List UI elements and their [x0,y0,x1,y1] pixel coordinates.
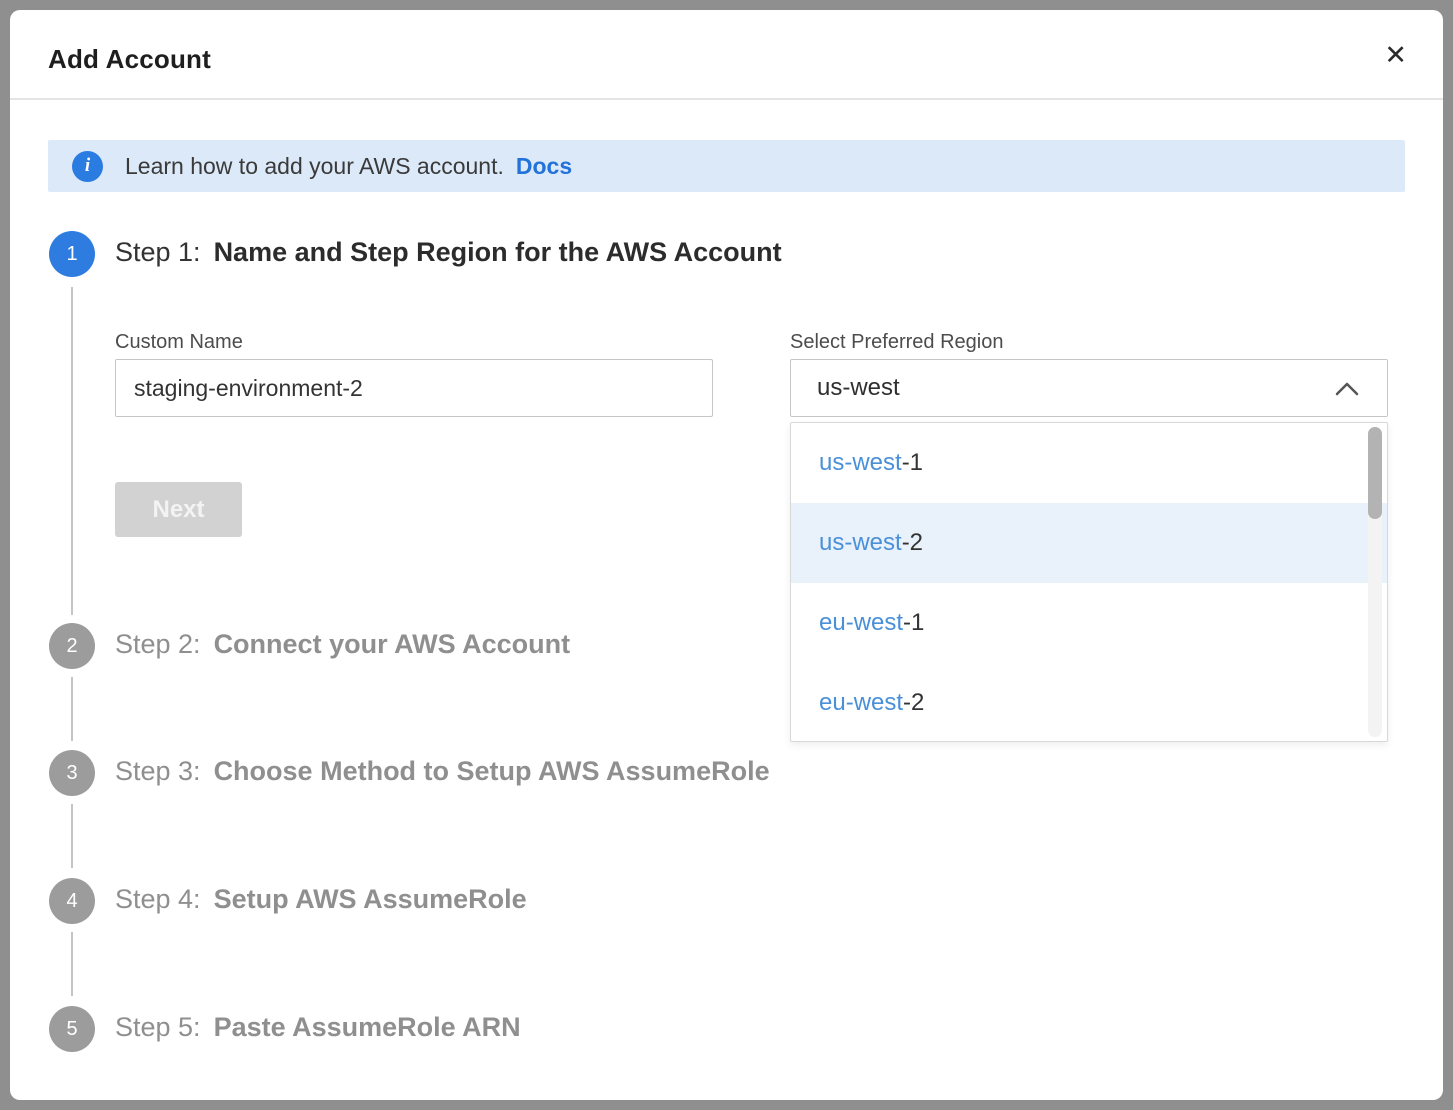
custom-name-label: Custom Name [115,331,243,354]
step-5-title: Step 5: Paste AssumeRole ARN [115,1012,521,1043]
close-icon[interactable]: ✕ [1384,42,1407,69]
scrollbar-thumb[interactable] [1368,427,1382,519]
option-match-text: us-west [819,449,902,477]
step-4-circle: 4 [49,878,95,924]
region-select[interactable]: us-west [790,359,1388,417]
option-rest-text: -1 [902,449,923,477]
region-option-eu-west-2[interactable]: eu-west-2 [791,663,1387,742]
step-1-circle: 1 [49,231,95,277]
next-button[interactable]: Next [115,482,242,537]
region-option-eu-west-1[interactable]: eu-west-1 [791,583,1387,663]
option-match-text: us-west [819,529,902,557]
step-2-circle: 2 [49,623,95,669]
step-1-prefix: Step 1: [115,237,201,267]
step-connector [71,804,73,868]
step-4-prefix: Step 4: [115,884,201,914]
option-rest-text: -2 [902,529,923,557]
step-1-heading: Name and Step Region for the AWS Account [214,237,782,267]
region-option-us-west-2[interactable]: us-west-2 [791,503,1387,583]
step-2-heading: Connect your AWS Account [214,629,571,659]
step-3-circle: 3 [49,750,95,796]
step-3-prefix: Step 3: [115,756,201,786]
info-icon: i [72,151,103,182]
step-5-heading: Paste AssumeRole ARN [214,1012,521,1042]
add-account-modal: Add Account ✕ i Learn how to add your AW… [10,10,1443,1100]
step-4-title: Step 4: Setup AWS AssumeRole [115,884,527,915]
option-match-text: eu-west [819,689,903,717]
custom-name-input[interactable] [115,359,713,417]
step-3-heading: Choose Method to Setup AWS AssumeRole [214,756,770,786]
scrollbar-track[interactable] [1368,427,1382,737]
option-rest-text: -1 [903,609,924,637]
step-1-title: Step 1: Name and Step Region for the AWS … [115,237,782,268]
chevron-up-icon [1335,382,1359,401]
banner-text: Learn how to add your AWS account. [125,153,504,180]
region-dropdown: us-west-1 us-west-2 eu-west-1 eu-west-2 [790,422,1388,742]
modal-title: Add Account [48,44,211,75]
step-5-prefix: Step 5: [115,1012,201,1042]
option-rest-text: -2 [903,689,924,717]
step-connector [71,932,73,996]
step-2-prefix: Step 2: [115,629,201,659]
step-3-title: Step 3: Choose Method to Setup AWS Assume… [115,756,770,787]
step-connector [71,677,73,741]
option-match-text: eu-west [819,609,903,637]
step-5-circle: 5 [49,1006,95,1052]
region-selected-value: us-west [817,374,900,402]
step-connector [71,287,73,615]
info-banner: i Learn how to add your AWS account. Doc… [48,140,1405,192]
step-4-heading: Setup AWS AssumeRole [214,884,527,914]
region-label: Select Preferred Region [790,331,1003,354]
region-option-us-west-1[interactable]: us-west-1 [791,423,1387,503]
step-2-title: Step 2: Connect your AWS Account [115,629,570,660]
modal-header: Add Account ✕ [10,10,1443,100]
docs-link[interactable]: Docs [516,153,572,180]
